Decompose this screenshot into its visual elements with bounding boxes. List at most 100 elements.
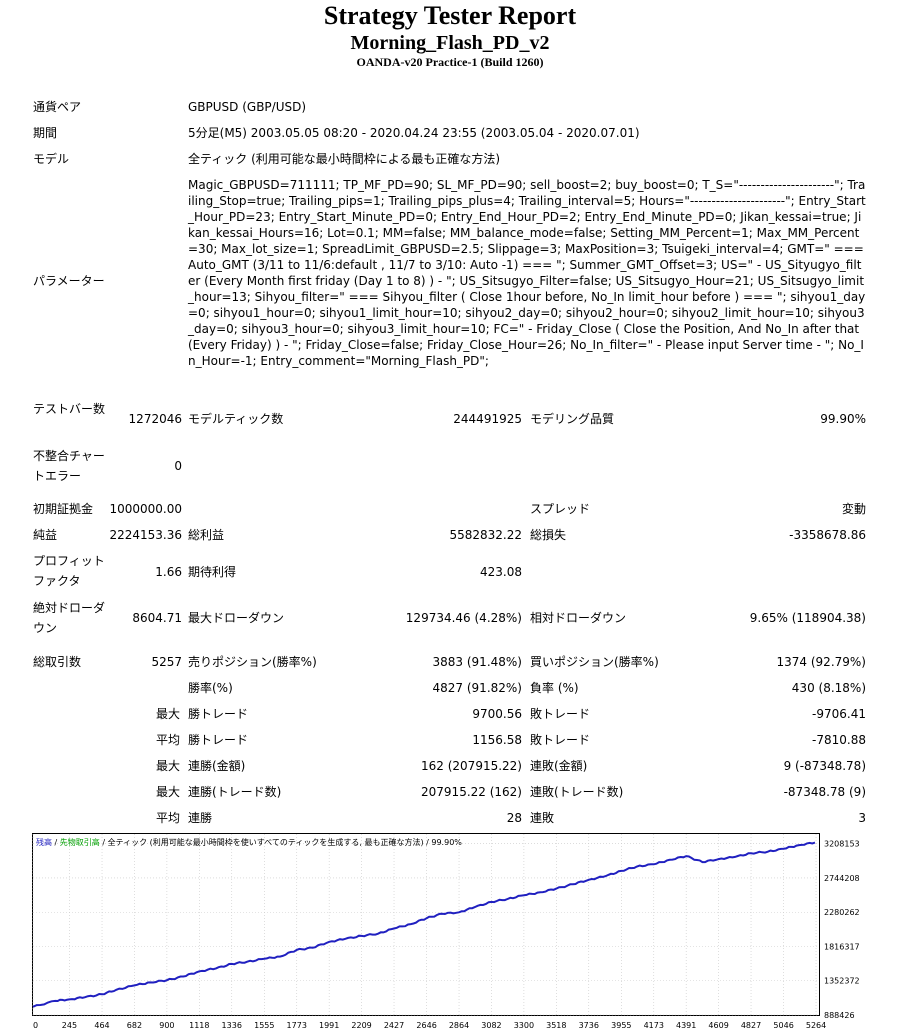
chart-x-tick-label: 1773 (287, 1021, 307, 1030)
chart-x-tick-label: 2646 (416, 1021, 436, 1030)
max-win-value: 9700.56 (472, 707, 522, 721)
legend-quality: 99.90% (431, 838, 462, 847)
model-value: 全ティック (利用可能な最小時間枠による最も正確な方法) (188, 152, 501, 166)
cons-loss-money-value: 9 (-87348.78) (783, 759, 866, 773)
pf-label: プロフィットファクタ (33, 554, 105, 588)
chart-x-tick-label: 3082 (481, 1021, 501, 1030)
chart-y-tick-label: 1816317 (824, 942, 860, 951)
avg-win-value: 1156.58 (472, 733, 522, 747)
chart-y-tick-label: 2744208 (824, 874, 860, 883)
mismatch-label: 不整合チャートエラー (33, 449, 105, 483)
cons-loss-money-label: 連敗(金額) (530, 759, 588, 773)
chart-x-tick-label: 1991 (319, 1021, 339, 1030)
expected-value: 423.08 (480, 565, 522, 579)
avg-loss-value: -7810.88 (812, 733, 866, 747)
quality-label: モデリング品質 (530, 412, 615, 426)
rel-dd-value: 9.65% (118904.38) (749, 611, 866, 625)
loss-label: 負率 (%) (530, 681, 579, 695)
chart-x-tick-label: 4827 (741, 1021, 761, 1030)
abs-dd-label: 絶対ドローダウン (33, 601, 106, 635)
gross-loss-value: -3358678.86 (789, 528, 866, 542)
pair-label: 通貨ペア (33, 100, 82, 114)
net-label: 純益 (33, 528, 58, 542)
quality-value: 99.90% (820, 412, 866, 426)
cons-loss-trades-label: 連敗(トレード数) (530, 785, 624, 799)
short-label: 売りポジション(勝率%) (188, 655, 317, 669)
bars-value: 1272046 (128, 412, 182, 426)
cons-win-trades-value: 207915.22 (162) (421, 785, 522, 799)
ticks-value: 244491925 (453, 412, 522, 426)
rel-dd-label: 相対ドローダウン (530, 611, 627, 625)
chart-x-tick-label: 4609 (708, 1021, 728, 1030)
cons-win-trades-label: 連勝(トレード数) (188, 785, 282, 799)
params-value: Magic_GBPUSD=711111; TP_MF_PD=90; SL_MF_… (188, 178, 866, 368)
long-label: 買いポジション(勝率%) (530, 655, 659, 669)
avg-prefix-2: 平均 (156, 811, 181, 825)
net-value: 2224153.36 (109, 528, 182, 542)
trades-value: 5257 (151, 655, 182, 669)
chart-x-tick-label: 3300 (514, 1021, 534, 1030)
max-prefix-2: 最大 (156, 759, 181, 773)
cons-win-money-label: 連勝(金額) (188, 759, 246, 773)
cons-win-money-value: 162 (207915.22) (421, 759, 522, 773)
model-label: モデル (33, 152, 70, 166)
gross-loss-label: 総損失 (530, 528, 567, 542)
ea-name: Morning_Flash_PD_v2 (350, 32, 550, 54)
period-value: 5分足(M5) 2003.05.05 08:20 - 2020.04.24 23… (188, 126, 640, 140)
legend-sep-2: / (100, 838, 108, 847)
svg-text:残高 / 先物取引高 / 全ティック (利用可能な最小時間枠: 残高 / 先物取引高 / 全ティック (利用可能な最小時間枠を使いすべてのティッ… (36, 837, 462, 847)
chart-x-tick-label: 1336 (222, 1021, 242, 1030)
avg-cons-loss-value: 3 (858, 811, 866, 825)
chart-x-tick-label: 2427 (384, 1021, 404, 1030)
legend-desc: 全ティック (利用可能な最小時間枠を使いすべてのティックを生成する, 最も正確な… (108, 837, 424, 847)
chart-x-tick-label: 5046 (773, 1021, 793, 1030)
deposit-label: 初期証拠金 (33, 502, 94, 516)
legend-balance: 残高 (36, 837, 52, 847)
max-loss-value: -9706.41 (812, 707, 866, 721)
expected-label: 期待利得 (188, 565, 237, 579)
chart-x-tick-label: 900 (159, 1021, 174, 1030)
chart-x-tick-label: 4391 (676, 1021, 696, 1030)
win-label: 勝率(%) (188, 681, 233, 695)
chart-x-tick-label: 245 (62, 1021, 77, 1030)
trades-label: 総取引数 (33, 655, 82, 669)
spread-value: 変動 (841, 502, 866, 516)
mismatch-value: 0 (174, 459, 182, 473)
chart-x-tick-label: 4173 (644, 1021, 664, 1030)
long-value: 1374 (92.79%) (776, 655, 866, 669)
avg-win-label: 勝トレード (188, 733, 249, 747)
max-loss-label: 敗トレード (530, 707, 591, 721)
chart-x-tick-label: 5264 (806, 1021, 826, 1030)
chart-x-tick-label: 0 (33, 1021, 38, 1030)
chart-x-tick-label: 2209 (351, 1021, 371, 1030)
short-value: 3883 (91.48%) (432, 655, 522, 669)
server-build: OANDA-v20 Practice-1 (Build 1260) (356, 55, 544, 69)
chart-x-tick-label: 464 (94, 1021, 109, 1030)
avg-loss-label: 敗トレード (530, 733, 591, 747)
gross-profit-label: 総利益 (188, 528, 225, 542)
avg-cons-loss-label: 連敗 (530, 811, 555, 825)
gross-profit-value: 5582832.22 (449, 528, 522, 542)
chart-y-tick-label: 1352372 (824, 977, 860, 986)
abs-dd-value: 8604.71 (132, 611, 182, 625)
balance-chart: 3208153 2744208 2280262 1816317 1352372 88842… (32, 833, 868, 1030)
avg-cons-win-label: 連勝 (188, 811, 213, 825)
chart-y-tick-label: 888426 (824, 1011, 855, 1020)
max-dd-label: 最大ドローダウン (188, 611, 285, 625)
max-win-label: 勝トレード (188, 707, 249, 721)
legend-sep-1: / (52, 838, 60, 847)
params-label: パラメーター (33, 274, 105, 288)
chart-x-tick-label: 3955 (611, 1021, 631, 1030)
chart-y-tick-label: 2280262 (824, 908, 860, 917)
max-prefix: 最大 (156, 707, 181, 721)
spread-label: スプレッド (530, 502, 591, 516)
legend-sep-3: / (424, 838, 432, 847)
ticks-label: モデルティック数 (188, 412, 284, 426)
chart-x-tick-label: 1555 (254, 1021, 274, 1030)
max-dd-value: 129734.46 (4.28%) (405, 611, 522, 625)
pair-value: GBPUSD (GBP/USD) (188, 100, 307, 114)
report-title: Strategy Tester Report (323, 1, 577, 30)
pf-value: 1.66 (155, 565, 182, 579)
deposit-value: 1000000.00 (109, 502, 182, 516)
win-value: 4827 (91.82%) (432, 681, 522, 695)
